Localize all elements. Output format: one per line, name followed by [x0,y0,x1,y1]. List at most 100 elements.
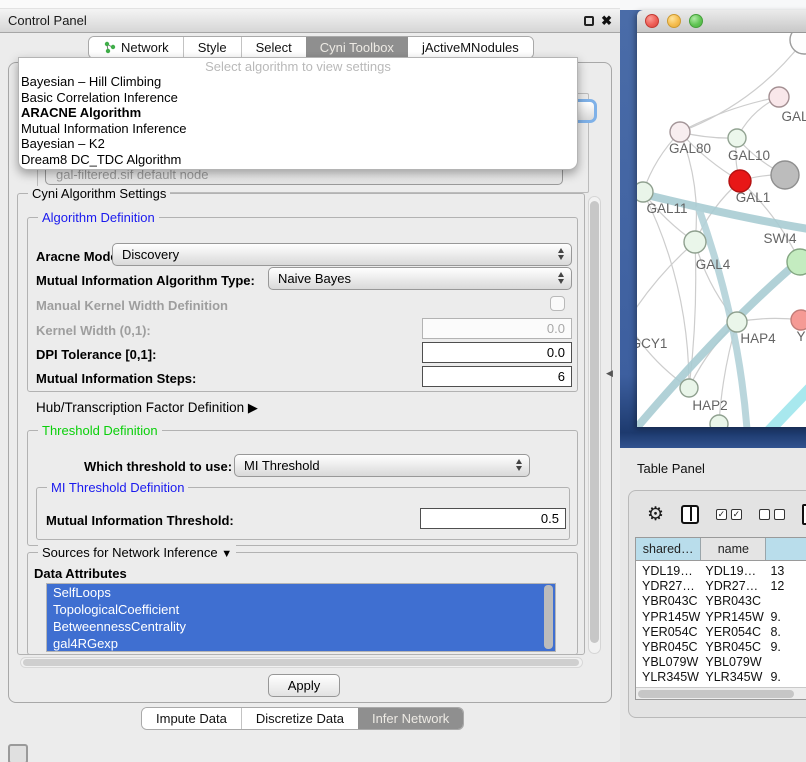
zoom-traffic-light[interactable] [689,14,703,28]
table-row[interactable]: YER054CYER054C8. [636,625,806,640]
manual-kernel-checkbox[interactable] [550,296,565,311]
column-header[interactable]: shared… [636,538,701,560]
network-node-gal4[interactable] [684,231,706,253]
tab-network[interactable]: Network [89,37,183,58]
node-label: GAL [781,109,806,124]
deselect-all-columns-icon[interactable] [759,509,785,520]
algorithm-option[interactable]: Dream8 DC_TDC Algorithm [19,152,577,168]
settings-hscroll-thumb[interactable] [23,659,579,666]
data-attribute-item[interactable]: BetweennessCentrality [47,618,555,635]
control-panel-titlebar: Control Panel ✖ [0,9,620,33]
which-threshold-combo[interactable]: MI Threshold [234,454,530,477]
select-all-columns-icon[interactable]: ✓ ✓ [716,509,742,520]
table-row[interactable]: YBR043CYBR043C [636,594,806,609]
apply-button[interactable]: Apply [268,674,340,697]
close-icon[interactable]: ✖ [601,16,612,26]
network-node-hap2[interactable] [680,379,698,397]
column-header[interactable]: name [701,538,766,560]
split-view-icon[interactable] [681,505,699,524]
tab-label: Infer Network [372,711,449,726]
table-cell: 8. [766,625,806,640]
control-panel-tabbar: Network Style Select Cyni ToolboxjActiveMNo… [88,36,534,59]
table-cell: YER054C [636,625,701,640]
node-label: SWI4 [763,231,796,246]
table-hscrollbar[interactable] [636,687,806,699]
network-node-gal10[interactable] [728,129,746,147]
tab-label: Style [198,40,227,55]
combo-arrows-icon [558,248,564,260]
tab-infer-network[interactable]: Infer Network [358,708,463,729]
attr-list-vscroll-thumb[interactable] [544,585,553,649]
dpi-tolerance-label: DPI Tolerance [0,1]: [36,347,156,362]
table-row[interactable]: YBR045CYBR045C9. [636,640,806,655]
bottom-tabbar: Impute Data Discretize Data Infer Network [141,707,464,730]
algorithm-option[interactable]: ARACNE Algorithm [19,105,577,121]
network-edge [680,97,779,132]
table-cell: YLR345W [701,670,766,685]
table-row[interactable]: YLR345WYLR345W9. [636,670,806,685]
table-row[interactable]: YPR145WYPR145W9. [636,610,806,625]
table-hscroll-thumb[interactable] [638,690,794,698]
tab-style[interactable]: Style [183,37,241,58]
settings-vscrollbar[interactable] [588,196,601,654]
algorithm-option[interactable]: Basic Correlation Inference [19,90,577,106]
network-node-gal80[interactable] [670,122,690,142]
tab-cyni-toolbox[interactable]: Cyni Toolbox [306,37,408,58]
data-attribute-item[interactable]: gal4RGexp [47,635,555,652]
network-canvas[interactable]: GALGAL80GAL10GAL1GAL11GAL4SWI4GCY1HAP4YH… [637,33,806,427]
network-node[interactable] [771,161,799,189]
docked-window-icon[interactable] [8,744,28,762]
float-window-icon[interactable] [584,16,594,26]
table-cell: YBR043C [701,594,766,609]
tab-jactivemnodules[interactable]: jActiveMNodules [408,37,533,58]
algorithm-option[interactable]: Mutual Information Inference [19,121,577,137]
network-node-gal11[interactable] [637,182,653,202]
tab-select[interactable]: Select [241,37,306,58]
table-row[interactable]: YDL19…YDL19…13 [636,564,806,579]
tab-impute-data[interactable]: Impute Data [142,708,241,729]
table-cell: YDR27… [701,579,766,594]
network-node-swi4[interactable] [787,249,806,275]
gear-icon[interactable]: ⚙ [647,505,664,524]
settings-vscroll-thumb[interactable] [590,201,599,643]
network-node-gal[interactable] [769,87,789,107]
algorithm-option[interactable]: Bayesian – Hill Climbing [19,74,577,90]
mi-threshold-group-label: MI Threshold Definition [47,480,188,495]
settings-hscrollbar[interactable] [20,657,583,668]
tab-label: Select [256,40,292,55]
network-window-titlebar[interactable] [637,10,806,33]
kernel-width-label: Kernel Width (0,1): [36,323,151,338]
aracne-mode-combo[interactable]: Discovery [112,243,572,266]
checked-box-icon: ✓ [731,509,742,520]
popup-placeholder: Select algorithm to view settings [19,59,577,74]
checked-box-icon: ✓ [716,509,727,520]
dpi-tolerance-field[interactable]: 0.0 [422,342,572,363]
network-node[interactable] [710,415,728,427]
table-cell: 12 [766,579,806,594]
algorithm-definition-label: Algorithm Definition [38,210,159,225]
data-attribute-item[interactable]: TopologicalCoefficient [47,601,555,618]
table-row[interactable]: YBL079WYBL079W [636,655,806,670]
network-node-hap4[interactable] [727,312,747,332]
splitter-arrow-icon[interactable]: ◀ [606,368,613,379]
algorithm-option[interactable]: Bayesian – K2 [19,136,577,152]
mi-steps-field[interactable]: 6 [422,366,572,387]
mi-type-combo[interactable]: Naive Bayes [268,267,572,290]
network-node-y[interactable] [791,310,806,330]
minimize-traffic-light[interactable] [667,14,681,28]
mi-type-label: Mutual Information Algorithm Type: [36,273,255,288]
page-icon[interactable] [802,504,806,525]
mi-threshold-field[interactable]: 0.5 [420,508,566,529]
network-node-gal1[interactable] [729,170,751,192]
column-header[interactable] [766,538,806,560]
close-traffic-light[interactable] [645,14,659,28]
network-edge [637,242,695,322]
data-attribute-item[interactable]: SelfLoops [47,584,555,601]
hub-section-toggle[interactable]: Hub/Transcription Factor Definition ▶ [36,400,258,416]
sources-group-label[interactable]: Sources for Network Inference ▼ [38,545,236,560]
table-row[interactable]: YDR27…YDR27…12 [636,579,806,594]
network-thick-edge [769,385,806,427]
network-node[interactable] [790,33,806,54]
tab-label: Impute Data [156,711,227,726]
tab-discretize-data[interactable]: Discretize Data [241,708,358,729]
